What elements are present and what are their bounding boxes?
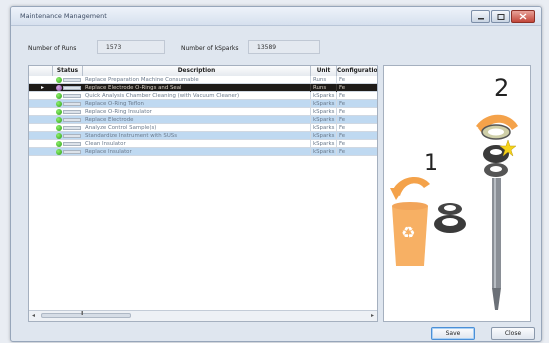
status-bar (63, 110, 81, 114)
status-indicator-icon (56, 101, 62, 107)
description-cell: Standardize Instrument with SUSs (83, 132, 311, 140)
step-2-number: 2 (494, 74, 509, 102)
unit-cell: kSparks (311, 116, 337, 124)
minimize-button[interactable] (471, 10, 490, 23)
status-bar (63, 86, 81, 90)
scroll-right-icon[interactable]: ▸ (371, 312, 374, 319)
row-header-corner (29, 66, 53, 76)
status-indicator-icon (56, 93, 62, 99)
configuration-cell: Fe (337, 148, 377, 156)
maximize-icon (497, 13, 504, 20)
unit-cell: kSparks (311, 100, 337, 108)
close-window-button[interactable] (511, 10, 535, 23)
maximize-button[interactable] (491, 10, 510, 23)
runs-label: Number of Runs (28, 45, 77, 52)
unit-cell: Runs (311, 84, 337, 92)
table-row[interactable]: Analyze Control Sample(s) kSparks Fe (29, 124, 377, 132)
unit-cell: kSparks (311, 148, 337, 156)
table-row[interactable]: Replace O-Ring Teflon kSparks Fe (29, 100, 377, 108)
status-bar (63, 126, 81, 130)
runs-value-field: 1573 (97, 40, 165, 54)
scroll-grip: III (81, 311, 84, 317)
status-indicator-icon (56, 77, 62, 83)
description-cell: Quick Analysis Chamber Cleaning (with Va… (83, 92, 311, 100)
status-indicator-icon (56, 125, 62, 131)
maintenance-illustration: 2 1 ♻ (383, 65, 531, 322)
scroll-left-icon[interactable]: ◂ (32, 312, 35, 319)
unit-cell: kSparks (311, 140, 337, 148)
status-indicator-icon (56, 109, 62, 115)
column-header-description[interactable]: Description (83, 66, 311, 76)
electrode-shaft (492, 178, 501, 288)
description-cell: Replace O-Ring Teflon (83, 100, 311, 108)
configuration-cell: Fe (337, 76, 377, 84)
description-cell: Replace Electrode O-Rings and Seal (83, 84, 311, 92)
unit-cell: kSparks (311, 132, 337, 140)
status-bar (63, 118, 81, 122)
current-row-marker-icon: ▸ (41, 84, 45, 91)
configuration-cell: Fe (337, 132, 377, 140)
table-row[interactable]: ▸ Replace Electrode O-Rings and Seal Runs F… (29, 84, 377, 92)
status-bar (63, 150, 81, 154)
description-cell: Replace O-Ring Insulator (83, 108, 311, 116)
ksparks-value-field: 13589 (248, 40, 320, 54)
window-title: Maintenance Management (20, 12, 107, 20)
save-button[interactable]: Save (431, 327, 475, 340)
status-indicator-icon (56, 133, 62, 139)
table-row[interactable]: Replace Electrode kSparks Fe (29, 116, 377, 124)
table-row[interactable]: Standardize Instrument with SUSs kSparks F… (29, 132, 377, 140)
minimize-icon (477, 17, 484, 19)
electrode-replacement-diagram: 2 1 ♻ (390, 74, 518, 310)
unit-cell: kSparks (311, 124, 337, 132)
status-bar (63, 142, 81, 146)
status-bar (63, 78, 81, 82)
configuration-cell: Fe (337, 124, 377, 132)
table-row[interactable]: Replace Insulator kSparks Fe (29, 148, 377, 156)
configuration-cell: Fe (337, 100, 377, 108)
description-cell: Replace Preparation Machine Consumable (83, 76, 311, 84)
scroll-thumb[interactable] (41, 313, 131, 318)
column-header-unit[interactable]: Unit (311, 66, 337, 76)
configuration-cell: Fe (337, 108, 377, 116)
close-button[interactable]: Close (491, 327, 535, 340)
maintenance-window: Maintenance Management Number of Runs 15… (10, 6, 542, 342)
configuration-cell: Fe (337, 140, 377, 148)
status-indicator-icon (56, 141, 62, 147)
table-row[interactable]: Clean Insulator kSparks Fe (29, 140, 377, 148)
ksparks-label: Number of kSparks (181, 45, 239, 52)
status-indicator-icon (56, 85, 62, 91)
title-bar: Maintenance Management (11, 7, 541, 26)
recycle-icon: ♻ (401, 223, 415, 242)
configuration-cell: Fe (337, 84, 377, 92)
status-bar (63, 134, 81, 138)
unit-cell: kSparks (311, 92, 337, 100)
status-indicator-icon (56, 149, 62, 155)
column-header-status[interactable]: Status (53, 66, 83, 76)
configuration-cell: Fe (337, 92, 377, 100)
table-row[interactable]: Quick Analysis Chamber Cleaning (with Va… (29, 92, 377, 100)
configuration-cell: Fe (337, 116, 377, 124)
status-bar (63, 102, 81, 106)
description-cell: Clean Insulator (83, 140, 311, 148)
close-icon (519, 13, 527, 20)
unit-cell: kSparks (311, 108, 337, 116)
horizontal-scrollbar[interactable]: ◂ III ▸ (29, 310, 377, 321)
unit-cell: Runs (311, 76, 337, 84)
status-bar (63, 94, 81, 98)
description-cell: Replace Insulator (83, 148, 311, 156)
step-1-number: 1 (424, 151, 438, 176)
column-header-configuration[interactable]: Configuration (337, 66, 377, 76)
status-indicator-icon (56, 117, 62, 123)
description-cell: Replace Electrode (83, 116, 311, 124)
table-row[interactable]: Replace O-Ring Insulator kSparks Fe (29, 108, 377, 116)
description-cell: Analyze Control Sample(s) (83, 124, 311, 132)
table-row[interactable]: Replace Preparation Machine Consumable Ru… (29, 76, 377, 84)
window-controls (471, 10, 535, 23)
maintenance-grid[interactable]: Status Description Unit Configuration Re… (28, 65, 378, 322)
